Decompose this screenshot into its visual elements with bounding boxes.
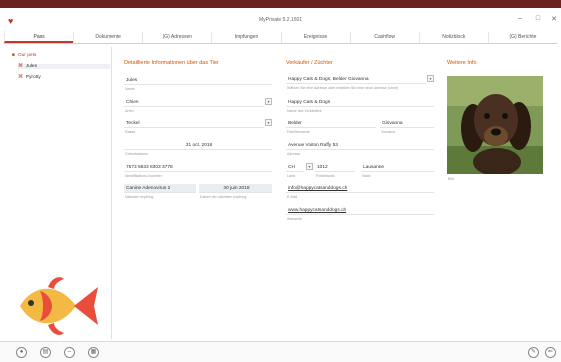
list-button[interactable]: ▦ — [88, 347, 99, 358]
id-number-field[interactable]: 7573 6833 8303 3778 — [124, 163, 272, 172]
tab-cashflow[interactable]: Cashflow — [349, 32, 419, 43]
birthdate-field[interactable]: 31 oct. 2018 — [124, 141, 272, 150]
link-button[interactable]: ⇔ — [64, 347, 75, 358]
zip-label: Postleitzahl — [316, 174, 335, 178]
art-label: Arten — [125, 109, 134, 113]
pet-icon: ⌘ — [18, 75, 23, 80]
info-section-title: Weitere Info — [447, 60, 477, 66]
country-label: Land — [287, 174, 295, 178]
tab-bar: Pass Dokumente (G) Adressen Impfungen Er… — [4, 32, 557, 44]
tab-ereignisse[interactable]: Ereignisse — [280, 32, 350, 43]
bottom-toolbar: ● ▤ ⇔ ▦ ✎ ⇐ — [0, 341, 561, 362]
seller-name-field[interactable]: Happy Cats & Dogs — [286, 98, 434, 107]
tree-item-label: Jules — [25, 64, 37, 69]
title-bar: ♥ MyPrivate 5.2.1501 – □ ✕ — [0, 12, 561, 30]
dog-nose — [491, 128, 501, 136]
lastname-label: Familienname — [287, 130, 310, 134]
tree-root-label: Our pets — [17, 53, 37, 58]
name-field[interactable]: Jules — [124, 76, 272, 85]
email-field[interactable]: info@happycatsanddogs.ch — [286, 184, 434, 193]
dog-left-eye — [484, 113, 490, 119]
country-dropdown-icon[interactable]: ▾ — [306, 163, 313, 170]
art-dropdown-icon[interactable]: ▾ — [265, 98, 272, 105]
tree-item-pyrotty[interactable]: ⌘ Pyrotty — [18, 75, 41, 80]
fish-tail — [74, 287, 98, 325]
address-field[interactable]: Avenue Voiton Raffy 53 — [286, 141, 434, 150]
seller-company-field[interactable]: Happy Cats & Dogs; Belder Giovanna — [286, 75, 426, 84]
firstname-label: Vorname — [381, 130, 396, 134]
maximize-button[interactable]: □ — [532, 15, 544, 22]
website-field[interactable]: www.happycatsanddogs.ch — [286, 206, 434, 215]
zip-field[interactable]: 1012 — [315, 163, 355, 172]
tree-item-label: Pyrotty — [25, 75, 41, 80]
tab-notizblock[interactable]: Notizblock — [418, 32, 488, 43]
dog-right-eye — [502, 113, 508, 119]
window-top-border — [0, 0, 561, 8]
next-vaccine-label: Nächster Impfung — [125, 195, 154, 199]
country-field[interactable]: CH — [286, 163, 304, 172]
next-vaccine-date-label: Datum der nächsten Impfung — [200, 195, 247, 199]
fish-eye — [28, 300, 34, 306]
seller-section-title: Verkäufer / Züchter — [286, 60, 333, 66]
window-title: MyPrivate 5.2.1501 — [258, 17, 303, 23]
back-button[interactable]: ⇐ — [545, 347, 556, 358]
photo-label: Bild — [448, 177, 454, 181]
pet-icon: ⌘ — [18, 64, 23, 69]
sidebar: ■ Our pets ⌘ Jules ⌘ Pyrotty — [4, 47, 112, 339]
email-label: E-Mail — [287, 195, 298, 199]
art-field[interactable]: Chien — [124, 98, 264, 107]
details-section-title: Detaillierte Informationen über das Tier — [124, 60, 219, 66]
fish-fin-bottom — [48, 323, 64, 335]
tab-impfungen[interactable]: Impfungen — [211, 32, 280, 43]
name-label: Name — [125, 87, 135, 91]
seller-name-label: Name des Verkäufers — [287, 109, 322, 113]
tab-pass[interactable]: Pass — [4, 32, 74, 43]
rasse-field[interactable]: Teckel — [124, 119, 264, 128]
new-button[interactable]: ● — [16, 347, 27, 358]
pet-photo[interactable] — [447, 76, 543, 174]
tab-adressen[interactable]: (G) Adressen — [142, 32, 211, 43]
edit-button[interactable]: ✎ — [528, 347, 539, 358]
tab-berichte[interactable]: (G) Berichte — [487, 32, 557, 43]
save-button[interactable]: ▤ — [40, 347, 51, 358]
minimize-button[interactable]: – — [514, 15, 526, 22]
address-label: Adresse — [287, 152, 301, 156]
next-vaccine-date-field[interactable]: 30 juin 2018 — [199, 184, 272, 193]
city-field[interactable]: Lausanne — [361, 163, 434, 172]
fish-fin-top — [48, 277, 64, 289]
firstname-field[interactable]: Giovanna — [380, 119, 434, 128]
fish-logo — [20, 277, 98, 335]
id-number-label: Identifikations-Nummer — [125, 174, 162, 178]
close-button[interactable]: ✕ — [548, 15, 560, 23]
folder-icon: ■ — [12, 53, 15, 58]
rasse-label: Rasse — [125, 130, 136, 134]
city-label: Stadt — [362, 174, 371, 178]
website-label: Webseite — [287, 217, 302, 221]
tree-item-jules[interactable]: ⌘ Jules — [18, 64, 110, 69]
lastname-field[interactable]: Belder — [286, 119, 376, 128]
tab-dokumente[interactable]: Dokumente — [73, 32, 142, 43]
birthdate-label: Geburtsdatum — [125, 152, 148, 156]
seller-company-label: Wählen Sie eine Adresse oder erstellen S… — [287, 86, 399, 90]
next-vaccine-field[interactable]: Canine Adenovirus 2 — [124, 184, 196, 193]
dog-picture — [447, 76, 543, 174]
rasse-dropdown-icon[interactable]: ▾ — [265, 119, 272, 126]
tree-root[interactable]: ■ Our pets — [12, 53, 36, 58]
seller-dropdown-icon[interactable]: ▾ — [427, 75, 434, 82]
